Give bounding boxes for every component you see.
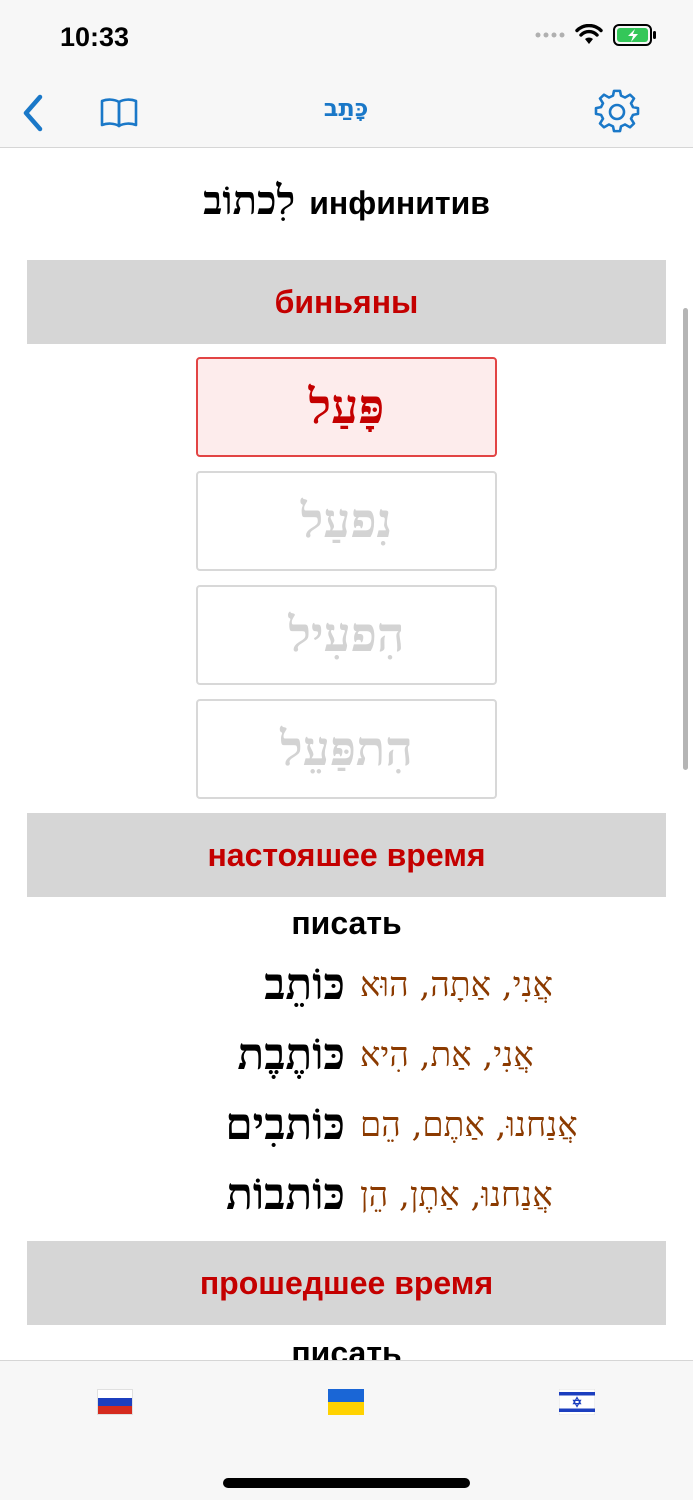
present-meaning: писать bbox=[291, 905, 402, 941]
infinitive-row: לִכתוֹב инфинитив bbox=[0, 177, 693, 224]
verb-form: כּוֹתבִים bbox=[225, 1099, 345, 1150]
binyan-button-nifal[interactable]: נִפעַל bbox=[196, 471, 497, 571]
infinitive-hebrew: לִכתוֹב bbox=[203, 177, 296, 224]
status-icons bbox=[535, 24, 657, 46]
verb-form: כּוֹתֵב bbox=[264, 959, 345, 1010]
chevron-left-icon[interactable] bbox=[18, 92, 50, 134]
gear-icon[interactable] bbox=[594, 89, 640, 135]
status-bar: 10:33 bbox=[0, 0, 693, 80]
present-tense-header: настояшее время bbox=[27, 813, 666, 897]
conjugation-row: כּוֹתֶבֶת אֲנִי, אַת, הִיא bbox=[0, 1029, 693, 1089]
pronouns: אֲנִי, אַת, הִיא bbox=[360, 1035, 534, 1075]
israel-flag-icon[interactable] bbox=[559, 1389, 595, 1415]
binyanim-header: биньяны bbox=[27, 260, 666, 344]
status-time: 10:33 bbox=[60, 22, 130, 52]
content-scroll[interactable]: לִכתוֹב инфинитив биньяны פָּעַל נִפעַל … bbox=[0, 149, 693, 1360]
nav-title: כָּתַב bbox=[323, 94, 369, 122]
verb-form: כּוֹתבוֹת bbox=[226, 1169, 345, 1220]
ukraine-flag-icon[interactable] bbox=[328, 1389, 364, 1415]
battery-icon bbox=[613, 24, 656, 46]
pronouns: אֲנִי, אַתָה, הוּא bbox=[360, 965, 553, 1005]
wifi-icon bbox=[575, 24, 603, 44]
infinitive-label: инфинитив bbox=[309, 185, 490, 221]
pronouns: אֲנַחנוּ, אַתֶן, הֵן bbox=[360, 1175, 553, 1215]
scrollbar[interactable] bbox=[683, 308, 688, 770]
russia-flag-icon[interactable] bbox=[97, 1389, 133, 1415]
past-meaning: писать bbox=[291, 1335, 402, 1360]
past-tense-header: прошедшее время bbox=[27, 1241, 666, 1325]
conjugation-row: כּוֹתֵב אֲנִי, אַתָה, הוּא bbox=[0, 959, 693, 1019]
conjugation-row: כּוֹתבִים אֲנַחנוּ, אַתֶם, הֵם bbox=[0, 1099, 693, 1159]
verb-form: כּוֹתֶבֶת bbox=[237, 1029, 345, 1080]
home-indicator bbox=[223, 1478, 470, 1488]
navigation-bar: כָּתַב bbox=[0, 80, 693, 148]
pronouns: אֲנַחנוּ, אַתֶם, הֵם bbox=[360, 1105, 578, 1145]
book-icon[interactable] bbox=[98, 92, 140, 134]
binyan-button-hifil[interactable]: הִפעִיל bbox=[196, 585, 497, 685]
binyan-button-hitpael[interactable]: הִתפַּעֵל bbox=[196, 699, 497, 799]
conjugation-row: כּוֹתבוֹת אֲנַחנוּ, אַתֶן, הֵן bbox=[0, 1169, 693, 1229]
signal-icon bbox=[535, 32, 565, 38]
binyan-button-paal[interactable]: פָּעַל bbox=[196, 357, 497, 457]
